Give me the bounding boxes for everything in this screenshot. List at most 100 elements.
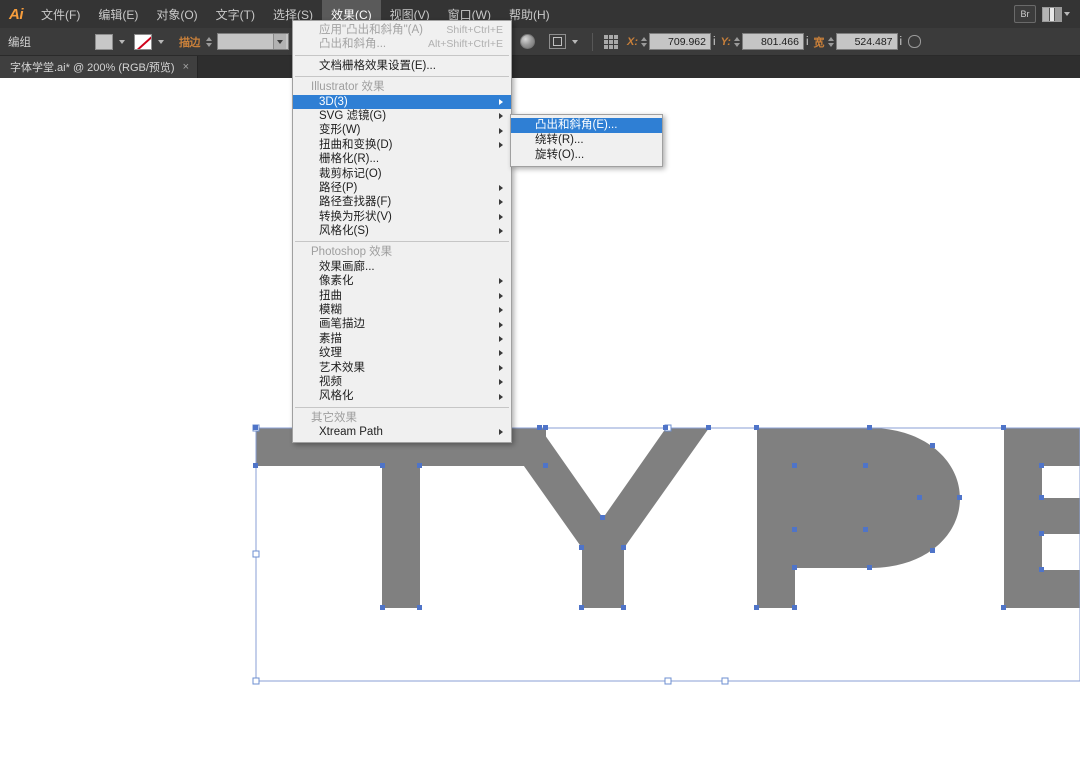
control-bar: 编组 描边 不透明度 100% 样式 <box>0 28 1080 56</box>
menuitem-effect-gallery[interactable]: 效果画廊... <box>293 260 511 274</box>
constrain-proportions-icon[interactable] <box>908 35 922 48</box>
submenu-arrow-icon <box>499 364 503 371</box>
y-coordinate-label: Y: <box>720 35 731 48</box>
transform-control[interactable] <box>549 34 581 49</box>
document-tab[interactable]: 字体学堂.ai* @ 200% (RGB/预览) × <box>0 56 199 78</box>
divider <box>592 32 593 51</box>
document-tab-bar: 字体学堂.ai* @ 200% (RGB/预览) × <box>0 56 1080 78</box>
menuitem-svg-filters[interactable]: SVG 滤镜(G) <box>293 109 511 123</box>
x-stepper[interactable] <box>641 36 647 47</box>
3d-submenu[interactable]: 凸出和斜角(E)... 绕转(R)... 旋转(O)... <box>510 114 663 167</box>
label: 路径查找器(F) <box>319 196 392 209</box>
type-letters <box>256 428 1080 608</box>
submenu-arrow-icon <box>499 185 503 192</box>
submenu-arrow-icon <box>499 292 503 299</box>
width-stepper[interactable] <box>827 36 834 47</box>
stroke-weight-chevron-icon[interactable] <box>273 34 286 49</box>
x-unit: i <box>713 35 716 48</box>
shortcut: Alt+Shift+Ctrl+E <box>428 38 503 51</box>
label: 像素化 <box>319 275 354 288</box>
menuitem-extrude-bevel[interactable]: 凸出和斜角... Alt+Shift+Ctrl+E <box>293 37 511 51</box>
y-stepper[interactable] <box>733 36 740 47</box>
document-canvas[interactable] <box>0 78 1080 765</box>
submenu-arrow-icon <box>499 228 503 235</box>
submenu-arrow-icon <box>499 307 503 314</box>
menuitem-document-raster-effects-settings[interactable]: 文档栅格效果设置(E)... <box>293 59 511 73</box>
app-logo-icon: Ai <box>9 5 24 23</box>
y-unit: i <box>805 35 809 48</box>
y-coordinate-field[interactable]: 801.466 <box>741 33 804 50</box>
menuitem-distort[interactable]: 扭曲 <box>293 289 511 303</box>
menuitem-stylize-ps[interactable]: 风格化 <box>293 389 511 403</box>
width-value: 524.487 <box>854 35 893 48</box>
menuitem-path[interactable]: 路径(P) <box>293 181 511 195</box>
label: 扭曲和变换(D) <box>319 138 393 151</box>
menu-file[interactable]: 文件(F) <box>32 0 89 28</box>
menuitem-distort-transform[interactable]: 扭曲和变换(D) <box>293 138 511 152</box>
document-tab-title: 字体学堂.ai* @ 200% (RGB/预览) <box>10 62 175 74</box>
menu-bar: Ai 文件(F) 编辑(E) 对象(O) 文字(T) 选择(S) 效果(C) 视… <box>0 0 1080 28</box>
fill-chevron-down-icon[interactable] <box>119 39 125 44</box>
submenu-arrow-icon <box>499 199 503 206</box>
workspace-switcher-icon[interactable] <box>1042 6 1070 22</box>
menuitem-warp[interactable]: 变形(W) <box>293 123 511 137</box>
stroke-control[interactable] <box>134 33 167 50</box>
stroke-weight-control[interactable] <box>206 33 289 50</box>
transform-chevron-down-icon[interactable] <box>572 39 578 44</box>
close-icon[interactable]: × <box>183 61 189 73</box>
menuitem-pathfinder[interactable]: 路径查找器(F) <box>293 195 511 209</box>
menu-type[interactable]: 文字(T) <box>207 0 264 28</box>
stroke-weight-field[interactable] <box>217 33 289 50</box>
menuitem-texture[interactable]: 纹理 <box>293 346 511 360</box>
menuitem-convert-to-shape[interactable]: 转换为形状(V) <box>293 210 511 224</box>
label: 艺术效果 <box>319 361 365 374</box>
menu-edit[interactable]: 编辑(E) <box>89 0 147 28</box>
stroke-chevron-down-icon[interactable] <box>158 39 164 44</box>
label: 视频 <box>319 375 342 388</box>
menuitem-artistic[interactable]: 艺术效果 <box>293 361 511 375</box>
menuitem-xtream-path[interactable]: Xtream Path <box>293 425 511 439</box>
y-value: 801.466 <box>761 35 799 48</box>
menuitem-pixelate[interactable]: 像素化 <box>293 274 511 288</box>
menuitem-video[interactable]: 视频 <box>293 375 511 389</box>
label: 效果画廊... <box>319 260 375 273</box>
menuitem-stylize-ai[interactable]: 风格化(S) <box>293 224 511 238</box>
label: 应用"凸出和斜角"(A) <box>319 24 423 36</box>
x-value: 709.962 <box>668 35 706 48</box>
submenuitem-rotate[interactable]: 旋转(O)... <box>511 148 662 163</box>
effect-menu-dropdown[interactable]: 应用"凸出和斜角"(A) Shift+Ctrl+E 凸出和斜角... Alt+S… <box>292 20 512 443</box>
x-coordinate-field[interactable]: 709.962 <box>649 33 711 50</box>
width-unit: i <box>899 35 903 48</box>
opacity-mask-icon[interactable] <box>520 34 535 49</box>
menuitem-rasterize[interactable]: 栅格化(R)... <box>293 152 511 166</box>
submenuitem-revolve[interactable]: 绕转(R)... <box>511 133 662 148</box>
menuitem-3d[interactable]: 3D(3) <box>293 94 511 109</box>
submenu-arrow-icon <box>499 379 503 386</box>
submenuitem-extrude-bevel[interactable]: 凸出和斜角(E)... <box>511 118 662 133</box>
menuitem-brush-strokes[interactable]: 画笔描边 <box>293 317 511 331</box>
menu-section-other-effects: 其它效果 <box>293 411 511 425</box>
menuitem-sketch[interactable]: 素描 <box>293 332 511 346</box>
submenu-arrow-icon <box>499 393 503 400</box>
bridge-icon[interactable]: Br <box>1014 5 1036 23</box>
align-reference-icon[interactable] <box>604 34 618 49</box>
menuitem-apply-extrude-bevel[interactable]: 应用"凸出和斜角"(A) Shift+Ctrl+E <box>293 23 511 37</box>
label: 文档栅格效果设置(E)... <box>319 59 436 72</box>
label: Photoshop 效果 <box>311 246 393 259</box>
fill-swatch-icon[interactable] <box>95 33 113 50</box>
label: 路径(P) <box>319 181 358 194</box>
submenu-arrow-icon <box>499 113 503 120</box>
label: 绕转(R)... <box>535 134 584 146</box>
submenu-arrow-icon <box>499 141 503 148</box>
stroke-none-swatch-icon[interactable] <box>134 33 152 50</box>
menu-object[interactable]: 对象(O) <box>147 0 206 28</box>
width-field[interactable]: 524.487 <box>835 33 898 50</box>
label: 模糊 <box>319 304 342 317</box>
submenu-arrow-icon <box>499 336 503 342</box>
illustrator-window: Ai 文件(F) 编辑(E) 对象(O) 文字(T) 选择(S) 效果(C) 视… <box>0 0 1080 765</box>
transform-icon[interactable] <box>549 34 566 49</box>
menuitem-blur[interactable]: 模糊 <box>293 303 511 317</box>
menuitem-crop-marks[interactable]: 裁剪标记(O) <box>293 167 511 181</box>
fill-control[interactable] <box>95 33 128 50</box>
stroke-weight-stepper[interactable] <box>206 36 212 47</box>
